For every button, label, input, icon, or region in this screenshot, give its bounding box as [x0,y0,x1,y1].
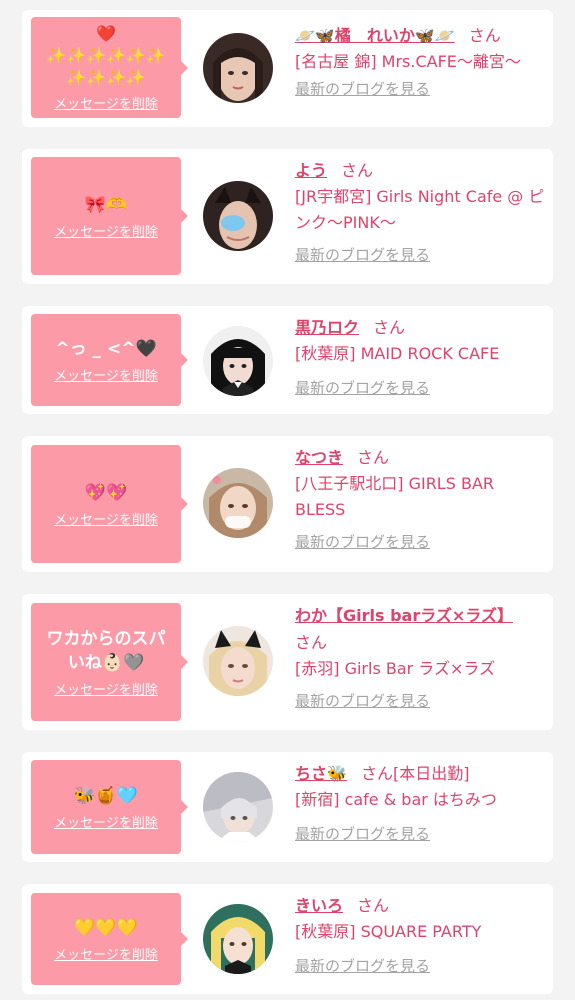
girl-info: なつき さん [八王子駅北口] GIRLS BAR BLESS 最新のブログを見る [295,444,545,553]
status-badge: [本日出勤] [392,764,470,783]
message-text: ^っ _ <^🖤 [55,338,157,359]
message-text: 💖💖 [84,482,128,503]
girl-name-link[interactable]: ちさ🐝 [295,764,347,783]
avatar[interactable] [203,326,273,396]
message-bubble: 🐝🍯🩵 メッセージを削除 [31,760,188,854]
latest-blog-link[interactable]: 最新のブログを見る [295,531,430,553]
message-bubble: 💛💛💛 メッセージを削除 [31,893,188,985]
list-item: 🎀🫶 メッセージを削除 よう さん [JR宇都宮] Girls Night Caf… [22,149,553,284]
avatar[interactable] [203,772,273,842]
girl-info: 🪐🦋橘 れいか🦋🪐 さん [名古屋 錦] Mrs.CAFE〜離宮〜 最新のブログを… [295,22,545,100]
name-line: なつき さん [295,444,545,471]
list-item: ^っ _ <^🖤 メッセージを削除 黒乃ロク さん [秋葉原] MAID ROCK… [22,306,553,414]
list-item: 💛💛💛 メッセージを削除 きいろ さん [秋葉原] SQUARE PARTY 最新… [22,884,553,994]
girl-info: きいろ さん [秋葉原] SQUARE PARTY 最新のブログを見る [295,892,545,977]
shop-name: [八王子駅北口] GIRLS BAR BLESS [295,474,495,519]
shop-name: [秋葉原] SQUARE PARTY [295,922,482,941]
girl-info: よう さん [JR宇都宮] Girls Night Cafe @ ピンク〜PINK… [295,157,545,266]
honorific: さん [357,896,390,915]
honorific: さん [357,448,390,467]
message-bubble: 🎀🫶 メッセージを削除 [31,157,188,275]
message-bubble: ^っ _ <^🖤 メッセージを削除 [31,314,188,406]
delete-message-link[interactable]: メッセージを削除 [54,679,158,698]
avatar[interactable] [203,33,273,103]
list-item: 💖💖 メッセージを削除 なつき さん [八王子駅北口] GIRLS BAR BLE… [22,436,553,572]
name-line: 🪐🦋橘 れいか🦋🪐 さん [295,22,545,49]
name-line: わか【Girls barラズ×ラズ】 さん [295,602,545,656]
honorific: さん [341,161,374,180]
list-item: ワカからのスパいね👶🏻🩶 メッセージを削除 わか【Girls barラズ×ラズ】… [22,594,553,730]
girl-name-link[interactable]: きいろ [295,896,343,915]
latest-blog-link[interactable]: 最新のブログを見る [295,78,430,100]
message-text: ワカからのスパいね👶🏻🩶 [46,628,166,673]
shop-name: [新宿] cafe & bar はちみつ [295,790,497,809]
latest-blog-link[interactable]: 最新のブログを見る [295,823,430,845]
delete-message-link[interactable]: メッセージを削除 [54,944,158,963]
message-bubble: ワカからのスパいね👶🏻🩶 メッセージを削除 [31,603,188,721]
message-list: ❤️ ✨✨✨✨✨✨ ✨✨✨✨ メッセージを削除 🪐🦋橘 れいか🦋🪐 さん [名古屋… [0,0,575,1000]
honorific: さん [360,764,393,783]
latest-blog-link[interactable]: 最新のブログを見る [295,377,430,399]
name-line: 黒乃ロク さん [295,314,545,341]
delete-message-link[interactable]: メッセージを削除 [54,221,158,240]
avatar[interactable] [203,904,273,974]
avatar[interactable] [203,468,273,538]
shop-name: [名古屋 錦] Mrs.CAFE〜離宮〜 [295,52,521,71]
girl-name-link[interactable]: なつき [295,448,343,467]
avatar[interactable] [203,181,273,251]
list-item: ❤️ ✨✨✨✨✨✨ ✨✨✨✨ メッセージを削除 🪐🦋橘 れいか🦋🪐 さん [名古屋… [22,10,553,127]
girl-name-link[interactable]: 🪐🦋橘 れいか🦋🪐 [295,26,455,45]
message-text: 🎀🫶 [84,194,128,215]
latest-blog-link[interactable]: 最新のブログを見る [295,690,430,712]
delete-message-link[interactable]: メッセージを削除 [54,365,158,384]
shop-name: [秋葉原] MAID ROCK CAFE [295,344,500,363]
name-line: よう さん [295,157,545,184]
girl-info: ちさ🐝 さん[本日出勤] [新宿] cafe & bar はちみつ 最新のブログを… [295,760,545,845]
avatar[interactable] [203,626,273,696]
shop-name: [JR宇都宮] Girls Night Cafe @ ピンク〜PINK〜 [295,187,545,232]
message-text: 💛💛💛 [74,917,138,938]
girl-info: 黒乃ロク さん [秋葉原] MAID ROCK CAFE 最新のブログを見る [295,314,545,399]
honorific: さん [373,318,406,337]
message-text: ❤️ ✨✨✨✨✨✨ ✨✨✨✨ [46,24,166,87]
delete-message-link[interactable]: メッセージを削除 [54,812,158,831]
name-line: ちさ🐝 さん[本日出勤] [295,760,545,787]
honorific: さん [295,633,328,652]
delete-message-link[interactable]: メッセージを削除 [54,93,158,112]
message-bubble: 💖💖 メッセージを削除 [31,445,188,563]
girl-name-link[interactable]: よう [295,161,327,180]
latest-blog-link[interactable]: 最新のブログを見る [295,244,430,266]
list-item: 🐝🍯🩵 メッセージを削除 ちさ🐝 さん[本日出勤] [新宿] cafe & bar… [22,752,553,862]
name-line: きいろ さん [295,892,545,919]
delete-message-link[interactable]: メッセージを削除 [54,509,158,528]
honorific: さん [468,26,501,45]
shop-name: [赤羽] Girls Bar ラズ×ラズ [295,659,496,678]
girl-name-link[interactable]: 黒乃ロク [295,318,359,337]
latest-blog-link[interactable]: 最新のブログを見る [295,955,430,977]
girl-name-link[interactable]: わか【Girls barラズ×ラズ】 [295,606,513,625]
girl-info: わか【Girls barラズ×ラズ】 さん [赤羽] Girls Bar ラズ×ラ… [295,602,545,712]
message-bubble: ❤️ ✨✨✨✨✨✨ ✨✨✨✨ メッセージを削除 [31,17,188,118]
message-text: 🐝🍯🩵 [74,785,138,806]
